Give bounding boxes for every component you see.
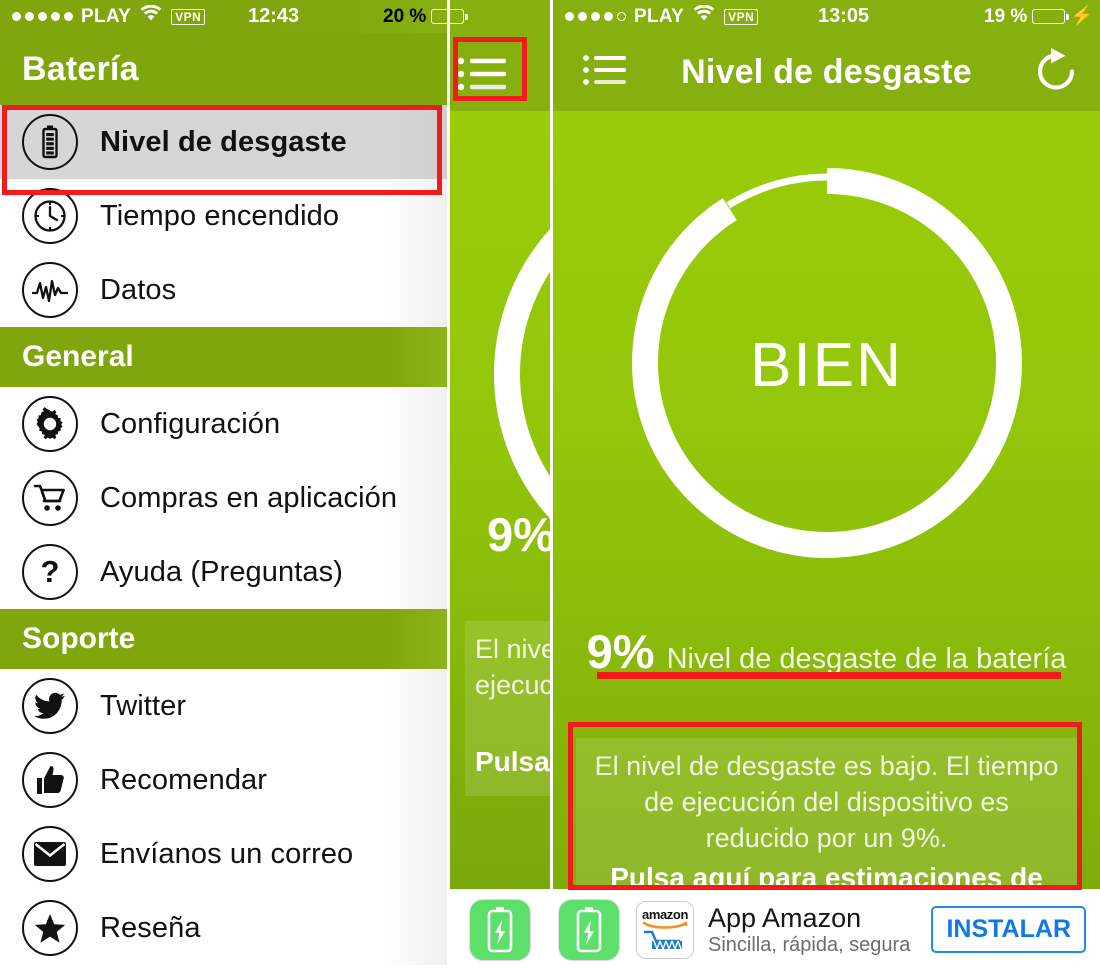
wear-percentage-underline [597,672,1061,679]
sidebar-item-nivel-de-desgaste[interactable]: Nivel de desgaste [0,105,447,179]
phone-divider-right [550,0,553,970]
amazon-cart-icon: amazon [636,900,694,959]
left-phone-screen: PLAY VPN 12:43 Batería Nivel de desgaste [0,0,447,970]
sidebar-item-label: Configuración [100,407,281,440]
pulse-icon [22,262,78,318]
sidebar-item-label: Datos [100,273,177,306]
middle-ad-bar[interactable] [447,889,553,970]
wear-summary-row: 9% Nivel de desgaste de la batería [553,624,1100,679]
question-icon: ? [22,544,78,600]
shopping-cart-glyph [644,930,682,950]
peek-info-line-2: ejecuc [475,670,553,700]
star-icon [22,900,78,956]
battery-charging-icon [469,898,531,961]
wear-level-content: BIEN 9% Nivel de desgaste de la batería … [553,111,1100,949]
sidebar-item-configuracion[interactable]: Configuración [0,387,447,461]
sidebar-item-label: Tiempo encendido [100,199,340,232]
sidebar-item-label: Twitter [100,689,187,722]
right-phone-screen: PLAY VPN 13:05 19 % ⚡ Nivel de desgaste … [553,0,1100,970]
sidebar-item-label: Nivel de desgaste [100,125,347,158]
svg-text:?: ? [41,554,60,589]
page-title: Batería [22,49,139,88]
sidebar-item-datos[interactable]: Datos [0,253,447,327]
amazon-smile-icon [642,921,688,929]
sidebar-item-label: Envíanos un correo [100,837,354,870]
amazon-wordmark: amazon [641,907,688,922]
ad-text-block: App Amazon Sincilla, rápida, segura [708,903,931,957]
signal-dot [25,12,34,21]
sidebar-item-label: Compras en aplicación [100,481,398,514]
gauge-center-label: BIEN [750,331,903,400]
screenshot-root: PLAY VPN 12:43 Batería Nivel de desgaste [0,0,1100,970]
sidebar-item-ayuda[interactable]: ? Ayuda (Preguntas) [0,535,447,609]
sidebar-item-twitter[interactable]: Twitter [0,669,447,743]
sidebar-item-resena[interactable]: Reseña [0,891,447,965]
section-label: General [22,340,134,373]
ad-banner[interactable]: amazon App Amazon Sincilla, rápida, segu… [553,889,1100,970]
wear-gauge: BIEN [623,159,1031,572]
middle-content-peek: 9% El nive ejecuc Pulsa [447,111,553,889]
sidebar-item-label: Ayuda (Preguntas) [100,555,343,588]
sidebar-item-label: Reseña [100,911,201,944]
envelope-icon [22,826,78,882]
gear-icon [22,396,78,452]
signal-strength-dots [12,12,73,21]
signal-dot [64,12,73,21]
thumbs-up-icon [22,752,78,808]
signal-dot [38,12,47,21]
battery-percent-label: 20 % [383,5,427,27]
left-status-bar: PLAY VPN 12:43 [0,0,447,33]
carrier-label: PLAY [81,5,132,27]
middle-navbar[interactable] [447,33,553,111]
ad-title: App Amazon [708,902,862,933]
app-navbar: Nivel de desgaste [553,33,1100,111]
peek-info-line-1: El nive [475,634,553,664]
sidebar-item-tiempo-encendido[interactable]: Tiempo encendido [0,179,447,253]
peek-info-panel[interactable]: El nive ejecuc Pulsa [465,621,553,796]
sidebar-item-envianos-un-correo[interactable]: Envíanos un correo [0,817,447,891]
sidebar-section-soporte: Soporte [0,609,447,669]
signal-dot [51,12,60,21]
wifi-icon [140,4,162,28]
sidebar-item-compras-en-aplicacion[interactable]: Compras en aplicación [0,461,447,535]
ad-subtitle: Sincilla, rápida, segura [708,933,911,956]
signal-dot [12,12,21,21]
phone-divider-left [447,0,450,970]
sidebar-section-general: General [0,327,447,387]
hamburger-list-icon[interactable] [455,55,511,98]
cart-icon [22,470,78,526]
refresh-icon[interactable] [1034,46,1078,99]
battery-charging-icon [558,898,620,961]
peek-percent: 9% [487,508,553,561]
sidebar-item-label: Recomendar [100,763,268,796]
clock-time: 12:43 [248,5,300,27]
battery-icon [22,114,78,170]
hamburger-list-icon[interactable] [581,53,631,92]
wear-percent-value: 9% [586,625,655,678]
twitter-icon [22,678,78,734]
clock-icon [22,188,78,244]
vpn-badge: VPN [171,8,206,25]
sidebar-item-recomendar[interactable]: Recomendar [0,743,447,817]
wear-info-body: El nivel de desgaste es bajo. El tiempo … [594,751,1059,853]
left-battery-indicator: 20 % [383,0,1094,33]
middle-peek-screen: 9% El nive ejecuc Pulsa [447,0,553,970]
drawer-header: Batería [0,33,447,105]
peek-info-cta: Pulsa [475,746,550,777]
drawer-menu-list: Nivel de desgaste Tiempo encendido Datos… [0,105,447,965]
page-title: Nivel de desgaste [681,52,972,91]
install-button[interactable]: INSTALAR [931,906,1086,953]
section-label: Soporte [22,622,136,655]
